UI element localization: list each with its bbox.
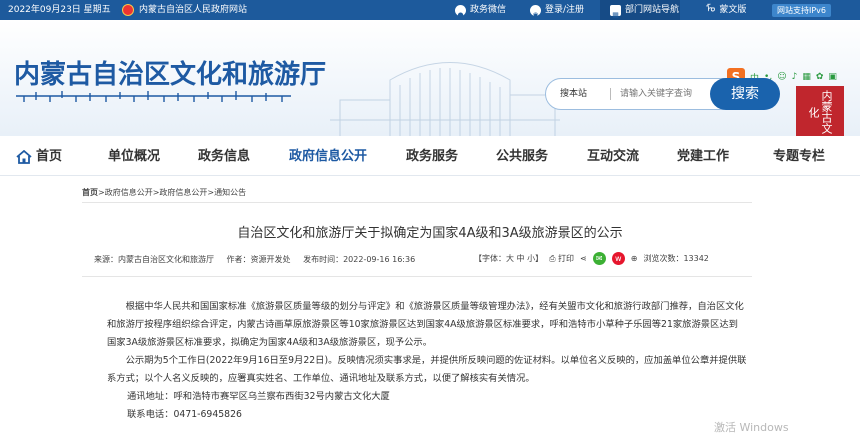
wechat-link[interactable]: ● 政务微信 bbox=[455, 0, 506, 20]
current-date: 2022年09月23日 星期五 bbox=[8, 5, 111, 15]
site-title: 内蒙古自治区文化和旅游厅 bbox=[14, 60, 327, 90]
wechat-icon: ● bbox=[455, 4, 466, 19]
weibo-share-icon[interactable]: w bbox=[611, 251, 625, 265]
nav-special-topics[interactable]: 专题专栏 bbox=[773, 136, 825, 178]
home-icon bbox=[16, 149, 32, 164]
wechat-share-icon[interactable]: ✉ bbox=[592, 251, 606, 265]
contact-phone: 联系电话：0471-6945826 bbox=[127, 409, 242, 420]
printer-icon: ⎙ bbox=[549, 253, 556, 263]
dept-nav-link[interactable]: ▦ 部门网站导航 bbox=[600, 0, 680, 20]
article-paragraph: 根据中华人民共和国国家标准《旅游景区质量等级的划分与评定》和《旅游景区质量等级管… bbox=[107, 301, 744, 348]
gov-site-link[interactable]: 内蒙古自治区人民政府网站 bbox=[139, 0, 247, 20]
divider bbox=[82, 276, 752, 277]
building-illustration bbox=[330, 62, 560, 136]
mongolian-script-icon: ᠮᠣ bbox=[706, 4, 716, 15]
user-icon: ◉ bbox=[530, 4, 541, 19]
divider bbox=[82, 202, 752, 203]
microphone-icon[interactable]: ♪ bbox=[792, 72, 798, 82]
login-link[interactable]: ◉ 登录/注册 bbox=[530, 0, 584, 20]
article-source: 来源：内蒙古自治区文化和旅游厅 bbox=[94, 255, 214, 264]
search-scope-select[interactable]: 搜本站 bbox=[560, 79, 587, 109]
windows-activation-watermark: 激活 Windows bbox=[714, 421, 789, 434]
keyboard-icon[interactable]: ▦ bbox=[802, 72, 811, 82]
culture-seal-logo: 内蒙古文化 bbox=[796, 86, 844, 136]
view-count: 浏览次数：13342 bbox=[643, 253, 709, 263]
font-size-control[interactable]: 【字体：大 中 小】 bbox=[474, 253, 543, 264]
skin-icon[interactable]: ✿ bbox=[816, 72, 824, 82]
more-share-icon[interactable]: ⊕ bbox=[631, 254, 638, 263]
ipv6-badge: 网站支持IPv6 bbox=[772, 4, 832, 17]
search-input[interactable] bbox=[620, 83, 710, 105]
emoji-icon[interactable]: ☺ bbox=[777, 72, 786, 82]
breadcrumb: 首页>政府信息公开>政府信息公开>通知公告 bbox=[82, 187, 246, 198]
nav-info-disclosure[interactable]: 政府信息公开 bbox=[289, 136, 367, 178]
nav-unit-overview[interactable]: 单位概况 bbox=[108, 136, 160, 178]
search-divider bbox=[610, 88, 611, 100]
breadcrumb-home[interactable]: 首页 bbox=[82, 188, 98, 197]
article-meta: 来源：内蒙古自治区文化和旅游厅 作者：资源开发处 发布时间：2022-09-16… bbox=[94, 254, 425, 265]
article-date: 发布时间：2022-09-16 16:36 bbox=[303, 255, 416, 264]
nav-party-work[interactable]: 党建工作 bbox=[677, 136, 729, 178]
mongolian-version-link[interactable]: ᠮᠣ 蒙文版 bbox=[706, 0, 746, 20]
article-title: 自治区文化和旅游厅关于拟确定为国家4A级和3A级旅游景区的公示 bbox=[237, 226, 623, 241]
share-icon[interactable]: ⋖ bbox=[580, 254, 587, 263]
sitemap-icon: ▦ bbox=[610, 4, 621, 19]
article-author: 作者：资源开发处 bbox=[226, 255, 291, 264]
search-button[interactable]: 搜索 bbox=[710, 78, 780, 110]
national-emblem-icon bbox=[122, 4, 134, 16]
breadcrumb-path[interactable]: >政府信息公开>政府信息公开>通知公告 bbox=[98, 188, 246, 197]
article-paragraph: 公示期为5个工作日(2022年9月16日至9月22日)。反映情况须实事求是，并提… bbox=[107, 355, 747, 384]
article-body: 根据中华人民共和国国家标准《旅游景区质量等级的划分与评定》和《旅游景区质量等级管… bbox=[107, 298, 747, 424]
nav-government-services[interactable]: 政务服务 bbox=[406, 136, 458, 178]
article-tools: 【字体：大 中 小】 ⎙ 打印 ⋖ ✉ w ⊕ 浏览次数：13342 bbox=[474, 250, 709, 266]
toolbox-icon[interactable]: ▣ bbox=[828, 72, 837, 82]
contact-address: 通讯地址：呼和浩特市赛罕区乌兰察布西街32号内蒙古文化大厦 bbox=[127, 391, 390, 402]
nav-public-services[interactable]: 公共服务 bbox=[496, 136, 548, 178]
site-header: 内蒙古自治区文化和旅游厅 S 中 •, ☺ ♪ ▦ ✿ ▣ 搜本站 搜索 内蒙古… bbox=[0, 20, 860, 136]
print-button[interactable]: ⎙ 打印 bbox=[549, 253, 574, 264]
main-nav: 首页 单位概况 政务信息 政府信息公开 政务服务 公共服务 互动交流 党建工作 … bbox=[0, 136, 860, 176]
mongolian-title-logo bbox=[16, 91, 291, 102]
nav-home[interactable]: 首页 bbox=[16, 136, 62, 178]
nav-government-info[interactable]: 政务信息 bbox=[198, 136, 250, 178]
nav-interaction[interactable]: 互动交流 bbox=[587, 136, 639, 178]
top-bar: 2022年09月23日 星期五 内蒙古自治区人民政府网站 ● 政务微信 ◉ 登录… bbox=[0, 0, 860, 20]
search-box: 搜本站 搜索 bbox=[545, 78, 780, 110]
